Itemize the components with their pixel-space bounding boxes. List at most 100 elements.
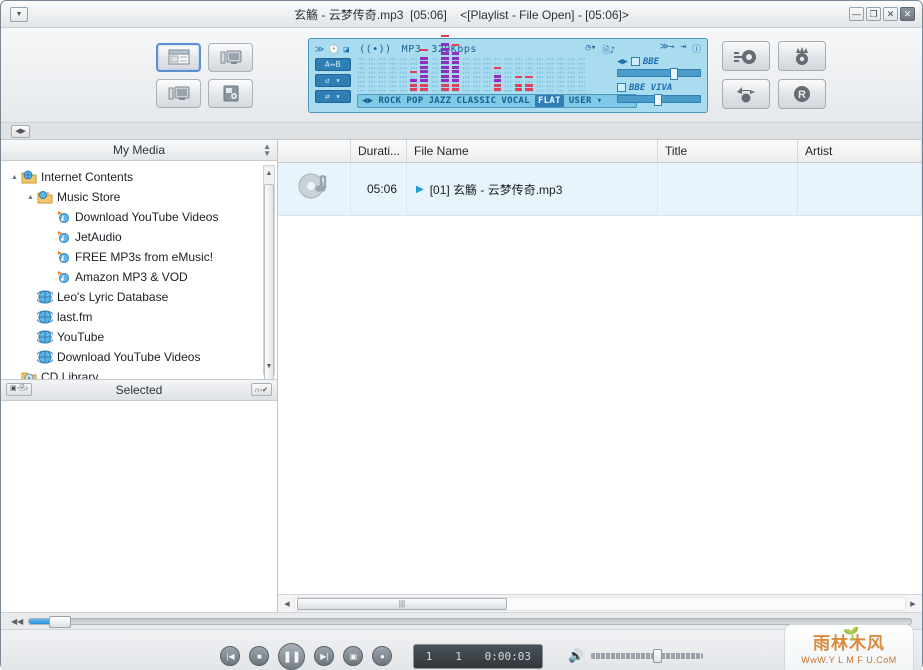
speaker-icon[interactable]: 🔊: [568, 648, 584, 664]
column-header-title[interactable]: Title: [658, 140, 798, 162]
column-header-duration[interactable]: Durati...: [351, 140, 407, 162]
tree-item[interactable]: CD Library: [5, 367, 277, 379]
info-icon[interactable]: ⓘ: [692, 42, 701, 55]
tag-icon[interactable]: ◷▾: [586, 43, 597, 59]
tree-item[interactable]: Amazon MP3 & VOD: [5, 267, 277, 287]
volume-knob[interactable]: [652, 649, 662, 663]
bbe-slider-knob[interactable]: [670, 67, 678, 80]
tree-item[interactable]: FREE MP3s from eMusic!: [5, 247, 277, 267]
tree-item[interactable]: Download YouTube Videos: [5, 347, 277, 367]
shuffle-icon[interactable]: ≫→: [660, 42, 675, 55]
eq-preset-pop[interactable]: POP: [406, 96, 423, 106]
eq-preset-rock[interactable]: ROCK: [378, 96, 401, 106]
repeat-icon[interactable]: ⇥: [681, 42, 686, 55]
tree-item[interactable]: YouTube: [5, 327, 277, 347]
close-button[interactable]: ✕: [883, 7, 898, 21]
eq-preset-jazz[interactable]: JAZZ: [428, 96, 451, 106]
lyric-icon[interactable]: 🗎♪: [602, 43, 615, 59]
music-link-icon: [54, 250, 72, 264]
tree-item[interactable]: Leo's Lyric Database: [5, 287, 277, 307]
tree-twisty-icon[interactable]: ▲: [25, 194, 36, 201]
column-header-label: Artist: [805, 144, 833, 158]
eq-preset-user[interactable]: USER: [569, 96, 592, 106]
playlist-rows[interactable]: 05:06 ▶ [01] 玄觞 - 云梦传奇.mp3: [278, 162, 922, 594]
eq-preset-classic[interactable]: CLASSIC: [456, 96, 496, 106]
lcd-track-number: 1: [425, 649, 433, 663]
column-header-artist[interactable]: Artist: [798, 140, 922, 162]
cd-folder-icon: [20, 370, 38, 379]
seek-track[interactable]: [28, 615, 912, 628]
sidebar-spinner-icon[interactable]: ▲ ▼: [263, 143, 271, 158]
hscroll-track[interactable]: |||: [294, 596, 906, 611]
panel-expand-button[interactable]: ◀▶: [11, 124, 30, 138]
maximize-button[interactable]: ❐: [866, 7, 881, 21]
eq-dropdown-icon[interactable]: ▾: [597, 96, 603, 106]
eq-scroll-icon[interactable]: ◀▶: [362, 96, 373, 106]
next-button[interactable]: ▶|: [314, 646, 335, 666]
bbe-viva-slider-knob[interactable]: [654, 93, 662, 106]
rewind-icon[interactable]: ◀◀: [11, 617, 23, 626]
volume-track[interactable]: [590, 649, 703, 663]
previous-button[interactable]: |◀: [220, 646, 241, 666]
headphone-toggle[interactable]: ∩◦✔: [250, 383, 272, 396]
exit-button[interactable]: ✕: [900, 7, 915, 21]
seek-knob[interactable]: [49, 615, 72, 628]
spectrum-bar-grid: [399, 56, 407, 93]
shuffle-mode-button[interactable]: ⇄ ▾: [315, 89, 351, 103]
bbe-viva-checkbox[interactable]: [617, 83, 626, 92]
spectrum-bar-level: [514, 83, 522, 93]
normal-mode-button[interactable]: [156, 42, 201, 72]
tree-twisty-icon[interactable]: ▲: [9, 174, 20, 181]
playlist-column-header[interactable]: Durati... File Name Title Artist: [278, 140, 922, 163]
bbe-checkbox[interactable]: [630, 57, 640, 66]
playlist-hscrollbar[interactable]: ◀ ||| ▶: [278, 594, 922, 612]
system-menu-button[interactable]: ▼: [10, 6, 28, 22]
hscroll-right-arrow-icon[interactable]: ▶: [906, 600, 920, 608]
device-mode-button[interactable]: [208, 78, 253, 108]
table-row[interactable]: 05:06 ▶ [01] 玄觞 - 云梦传奇.mp3: [278, 162, 922, 216]
tree-item[interactable]: Download YouTube Videos: [5, 207, 277, 227]
column-header-thumb[interactable]: [278, 140, 351, 162]
pause-button[interactable]: ❚❚: [278, 642, 306, 670]
sidebar-scroll-thumb[interactable]: [264, 184, 274, 379]
bbe-scroll-icon[interactable]: ◀▶: [617, 57, 628, 67]
eq-preset-flat[interactable]: FLAT: [534, 94, 564, 107]
column-header-filename[interactable]: File Name: [407, 140, 658, 162]
record-tool-button[interactable]: R: [778, 79, 826, 109]
tree-item[interactable]: JetAudio: [5, 227, 277, 247]
album-art-toggle[interactable]: ▣◦🗎♪: [6, 383, 33, 396]
scroll-down-arrow-icon[interactable]: ▼: [264, 360, 274, 374]
bbe-viva-slider[interactable]: [617, 93, 701, 106]
effects-button[interactable]: [722, 41, 770, 71]
format-wave-icon: ((•)): [359, 44, 392, 55]
tree-item[interactable]: last.fm: [5, 307, 277, 327]
format-label: MP3: [401, 44, 422, 55]
hscroll-thumb[interactable]: |||: [297, 597, 507, 610]
tree-item[interactable]: ▲ Music Store: [5, 187, 277, 207]
spectrum-bar-level: [420, 56, 428, 93]
sidebar-header[interactable]: My Media ▲ ▼: [1, 140, 277, 161]
video-mode-button[interactable]: [208, 42, 253, 72]
sidebar-scrollbar[interactable]: ▲ ▼: [263, 165, 275, 379]
burn-button[interactable]: [778, 41, 826, 71]
record-button[interactable]: ●: [372, 646, 393, 666]
display-panel[interactable]: ≫ 🕑 ◪ ((•)) MP3 320Kbps ◷▾ 🗎♪ ≫→ ⇥ ⓘ A↔B…: [308, 35, 708, 113]
compact-mode-button[interactable]: [156, 78, 201, 108]
convert-button[interactable]: [722, 79, 770, 109]
spectrum-peak: [493, 66, 501, 69]
stop-button[interactable]: ■: [249, 646, 270, 666]
next-icon: ▶|: [320, 651, 329, 661]
minimize-button[interactable]: —: [849, 7, 864, 21]
scroll-up-arrow-icon[interactable]: ▲: [264, 166, 274, 180]
tree-item[interactable]: ▲ Internet Contents: [5, 167, 277, 187]
open-file-button[interactable]: ▣: [343, 646, 364, 666]
bbe-controls: ◀▶ BBE BBE VIVA: [617, 57, 701, 109]
bbe-slider[interactable]: [617, 67, 701, 80]
ab-repeat-button[interactable]: A↔B: [315, 57, 351, 71]
music-note-disc-icon: [298, 173, 327, 199]
hscroll-left-arrow-icon[interactable]: ◀: [280, 600, 294, 608]
repeat-mode-button[interactable]: ↺ ▾: [315, 73, 351, 87]
spectrum-peak: [420, 48, 428, 51]
eq-preset-vocal[interactable]: VOCAL: [501, 96, 530, 106]
media-tree[interactable]: ▲ ▼ ▲ Internet Contents ▲ Music Store Downlo…: [1, 161, 277, 379]
